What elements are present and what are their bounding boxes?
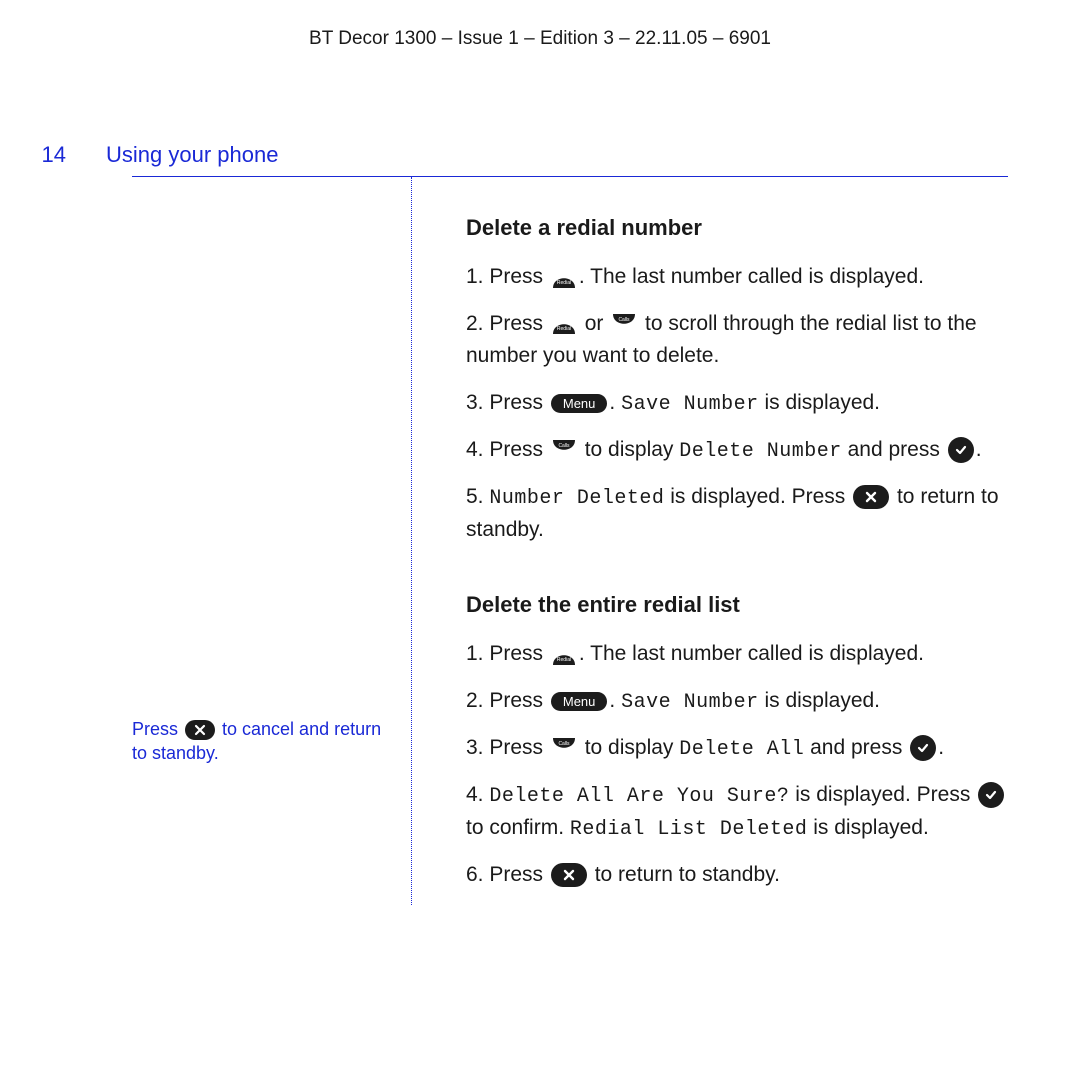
sidebar-prefix: Press — [132, 719, 183, 739]
menu-icon: Menu — [551, 394, 608, 413]
sidebar-note: Press to cancel and return to standby. — [132, 177, 412, 905]
svg-text:Redial: Redial — [557, 280, 571, 286]
svg-text:Calls: Calls — [558, 443, 570, 449]
sec2-step3: 3. Press Calls to display Delete All and… — [466, 732, 1008, 765]
lcd-text: Save Number — [621, 393, 759, 416]
sec2-step2: 2. Press Menu. Save Number is displayed. — [466, 685, 1008, 718]
lcd-text: Delete All — [679, 738, 804, 761]
redial-icon: Redial — [551, 643, 577, 667]
sec2-step1: 1. Press Redial. The last number called … — [466, 638, 1008, 671]
sec1-step3: 3. Press Menu. Save Number is displayed. — [466, 387, 1008, 420]
menu-icon: Menu — [551, 692, 608, 711]
svg-text:Calls: Calls — [558, 741, 570, 747]
calls-icon: Calls — [611, 312, 637, 336]
cancel-icon — [551, 863, 587, 887]
sec1-step1: 1. Press Redial. The last number called … — [466, 261, 1008, 294]
svg-text:Redial: Redial — [557, 657, 571, 663]
svg-text:Redial: Redial — [557, 326, 571, 332]
lcd-text: Save Number — [621, 691, 759, 714]
section-head: 14 Using your phone — [36, 142, 1008, 168]
sec2-step6: 6. Press to return to standby. — [466, 859, 1008, 892]
lcd-text: Delete Number — [679, 440, 842, 463]
cancel-icon — [853, 485, 889, 509]
lcd-text: Redial List Deleted — [570, 818, 808, 841]
sec1-step2: 2. Press Redial or Calls to scroll throu… — [466, 308, 1008, 373]
cancel-icon — [185, 720, 215, 740]
calls-icon: Calls — [551, 736, 577, 760]
page-number: 14 — [36, 142, 66, 168]
ok-icon — [978, 782, 1004, 808]
redial-icon: Redial — [551, 312, 577, 336]
section-title: Using your phone — [106, 142, 278, 168]
sec1-step4: 4. Press Calls to display Delete Number … — [466, 434, 1008, 467]
svg-text:Calls: Calls — [619, 317, 631, 323]
sec2-step4: 4. Delete All Are You Sure? is displayed… — [466, 779, 1008, 845]
lcd-text: Number Deleted — [489, 487, 664, 510]
heading-delete-redial-number: Delete a redial number — [466, 211, 1008, 245]
heading-delete-entire-list: Delete the entire redial list — [466, 588, 1008, 622]
page-header: BT Decor 1300 – Issue 1 – Edition 3 – 22… — [72, 28, 1008, 50]
ok-icon — [948, 437, 974, 463]
sec1-step5: 5. Number Deleted is displayed. Press to… — [466, 481, 1008, 547]
calls-icon: Calls — [551, 438, 577, 462]
redial-icon: Redial — [551, 266, 577, 290]
ok-icon — [910, 735, 936, 761]
lcd-text: Delete All Are You Sure? — [489, 785, 789, 808]
main-content: Delete a redial number 1. Press Redial. … — [412, 177, 1008, 905]
